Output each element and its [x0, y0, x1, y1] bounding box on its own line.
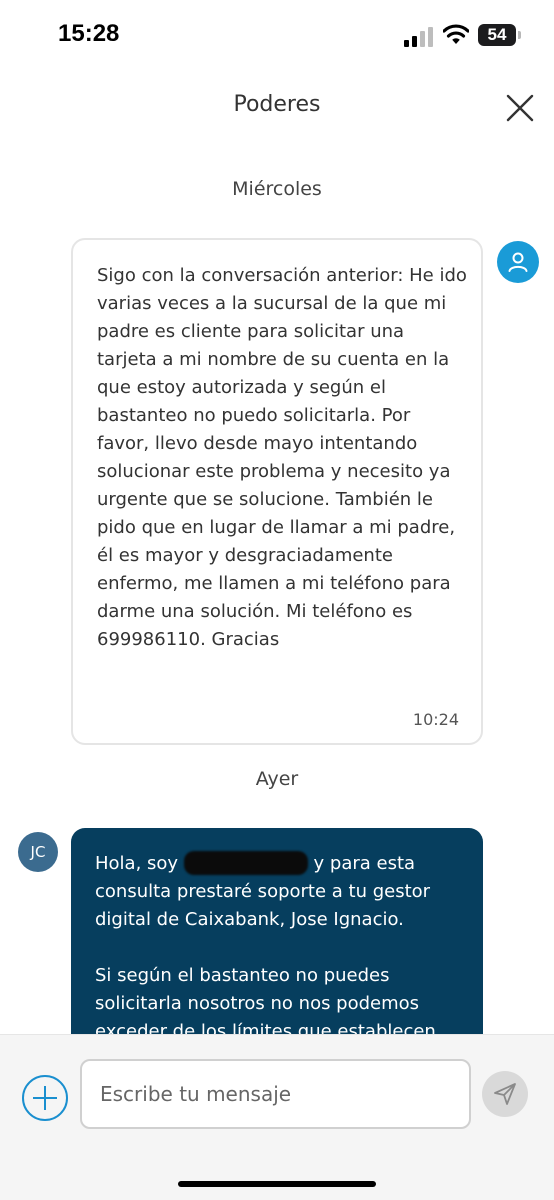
- agent-avatar: JC: [18, 832, 58, 872]
- user-message-text: Sigo con la conversación anterior: He id…: [97, 265, 467, 650]
- home-indicator: [178, 1181, 376, 1187]
- send-button[interactable]: [482, 1071, 528, 1117]
- battery-cap: [518, 31, 521, 39]
- redacted-name: [183, 851, 308, 875]
- user-message-bubble: Sigo con la conversación anterior: He id…: [71, 238, 483, 745]
- wifi-icon: [443, 24, 469, 44]
- user-icon: [508, 252, 528, 272]
- page-title: Poderes: [233, 92, 321, 117]
- status-time: 15:28: [58, 20, 120, 47]
- message-composer: [0, 1034, 554, 1200]
- agent-message-text-rest: y para esta consulta prestaré soporte a …: [95, 853, 436, 1042]
- agent-message-text-start: Hola, soy: [95, 853, 184, 874]
- signal-icon: [404, 27, 433, 47]
- message-input[interactable]: [80, 1059, 471, 1129]
- close-button[interactable]: [500, 88, 540, 128]
- day-separator: Miércoles: [232, 178, 322, 200]
- agent-message-text: Hola, soy y para esta consulta prestaré …: [95, 850, 465, 1046]
- send-icon: [494, 1083, 516, 1105]
- day-separator: Ayer: [255, 768, 299, 790]
- status-bar: 15:28 54: [0, 0, 554, 70]
- close-icon: [506, 94, 534, 122]
- plus-circle-icon[interactable]: [22, 1075, 68, 1121]
- message-timestamp: 10:24: [412, 710, 459, 729]
- user-avatar: [497, 241, 539, 283]
- battery-level: 54: [487, 25, 507, 44]
- battery-icon: 54: [478, 24, 516, 46]
- chat-screen: 15:28 54 Poderes Miércoles Sigo con la c…: [0, 0, 554, 1200]
